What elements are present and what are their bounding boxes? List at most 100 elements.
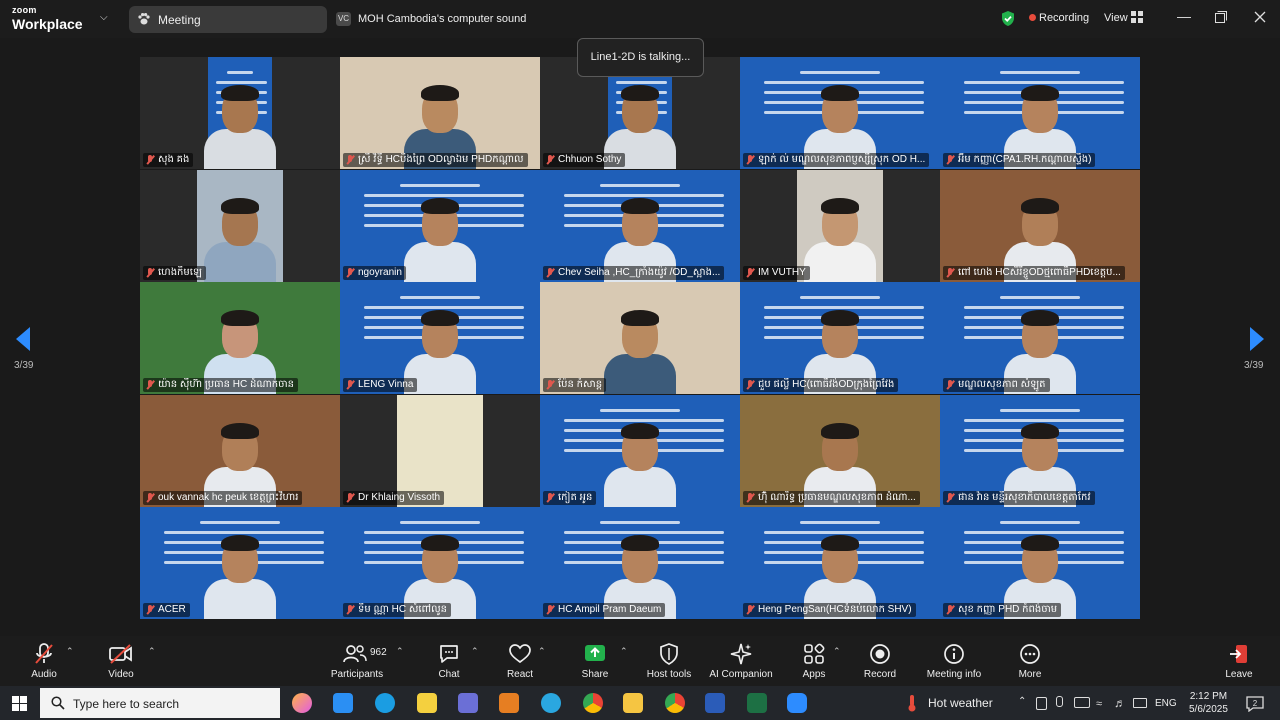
participant-tile[interactable]: IM VUTHY	[740, 169, 940, 282]
chat-button[interactable]: Chat	[432, 642, 466, 680]
participant-nameplate: LENG Vinna	[343, 378, 418, 393]
participant-nameplate: ACER	[143, 603, 190, 618]
participant-tile[interactable]: Heng PengSan(HCទំនប់លោក SHV)	[740, 507, 940, 620]
chevron-up-icon[interactable]: ⌃	[1018, 696, 1026, 707]
meeting-info-button[interactable]: Meeting info	[923, 642, 985, 680]
participant-name: ពៅ ហេង HCសិរីខ្ចូODថ្មពោធិ៍PHDខេត្តប...	[958, 266, 1121, 278]
camera-frame	[397, 394, 483, 507]
mic-muted-icon	[746, 380, 754, 390]
participant-tile[interactable]: យ៉ាន ស៊ីហ៊ា ប្រធាន HC ដំណាក់ចាន	[140, 282, 340, 395]
participant-tile[interactable]: ឡាក់ ល់ មណ្ឌលសុខភាពប្ញស្សីស្រុក OD H...	[740, 57, 940, 169]
language-indicator[interactable]: ENG	[1155, 698, 1177, 709]
record-button[interactable]: Record	[862, 642, 898, 680]
restore-icon[interactable]	[1215, 11, 1227, 23]
participant-tile[interactable]: HC Ampil Pram Daeum	[540, 507, 740, 620]
participant-nameplate: ពៅ ហេង HCសិរីខ្ចូODថ្មពោធិ៍PHDខេត្តប...	[943, 265, 1125, 280]
participant-tile[interactable]: LENG Vinna	[340, 282, 540, 395]
zoom-taskbar-icon[interactable]	[787, 693, 807, 713]
edge-icon[interactable]	[375, 693, 395, 713]
excel-icon[interactable]	[747, 693, 767, 713]
react-button[interactable]: React	[502, 642, 538, 680]
network-icon[interactable]	[1074, 697, 1090, 708]
participant-tile[interactable]: ngoyranin	[340, 169, 540, 282]
meeting-tab[interactable]: Meeting	[129, 6, 327, 33]
share-label: Share	[581, 669, 609, 680]
participant-tile[interactable]: ប៉ែន កំសាន្ត	[540, 282, 740, 395]
participant-tile[interactable]: Dr Khlaing Vissoth	[340, 394, 540, 507]
participant-tile[interactable]: ពៅ ហេង HCសិរីខ្ចូODថ្មពោធិ៍PHDខេត្តប...	[940, 169, 1140, 282]
folder-icon[interactable]	[623, 693, 643, 713]
more-button[interactable]: More	[1014, 642, 1046, 680]
chrome-icon[interactable]	[583, 693, 603, 713]
clock[interactable]: 2:12 PM 5/6/2025	[1189, 690, 1228, 716]
audio-options-caret-icon[interactable]: ⌃	[66, 646, 74, 657]
wifi-icon[interactable]: ≈	[1096, 698, 1102, 710]
telegram-icon[interactable]	[541, 693, 561, 713]
taskbar-search-box[interactable]: Type here to search	[40, 688, 280, 718]
participant-tile[interactable]: ស្រី វិទ្ធី HCបឹងព្រៃ ODល្វាឯម PHDកណ្ដាល	[340, 57, 540, 169]
participant-tile[interactable]: ជួប ផល្លី HC(ពោធិ៍វង់ODក្រុងព្រៃវែង	[740, 282, 940, 395]
participant-tile[interactable]: ហេងកឹមឡេ	[140, 169, 340, 282]
participant-tile[interactable]: មណ្ឌលសុខភាព សំឡូត	[940, 282, 1140, 395]
mic-muted-icon	[346, 492, 354, 503]
react-options-caret-icon[interactable]: ⌃	[538, 646, 546, 657]
word-icon[interactable]	[705, 693, 725, 713]
participant-nameplate: IM VUTHY	[743, 265, 810, 280]
notifications-icon[interactable]: 2	[1246, 696, 1264, 712]
app-icon[interactable]	[417, 693, 437, 713]
participant-tile[interactable]: ouk vannak hc peuk ខេត្តព្រះវិហារ	[140, 394, 340, 507]
video-label: Video	[108, 669, 134, 680]
participants-icon	[343, 645, 367, 663]
share-button[interactable]: Share	[578, 642, 612, 680]
participant-tile[interactable]: អ៊ីម កញ្ញា(CPA1.RH.កណ្ដាលស្ទឹង)	[940, 57, 1140, 169]
office-icon[interactable]	[499, 693, 519, 713]
device-icon[interactable]	[1036, 697, 1047, 710]
next-page-arrow-icon[interactable]	[1248, 326, 1266, 352]
apps-button[interactable]: Apps	[798, 642, 830, 680]
mic-muted-icon	[746, 267, 754, 278]
video-button[interactable]: Video	[103, 642, 139, 680]
windows-start-icon[interactable]	[12, 696, 27, 711]
volume-icon[interactable]: ♬	[1114, 696, 1126, 710]
participant-nameplate: ប៉ែន កំសាន្ត	[543, 378, 607, 393]
leave-button[interactable]: Leave	[1222, 642, 1256, 680]
svg-text:2: 2	[1253, 699, 1258, 708]
participant-tile[interactable]: ហ៊ុំ ណារិទ្ធ ប្រធានមណ្ឌលសុខភាព ដំណា...	[740, 394, 940, 507]
chevron-down-icon[interactable]: ⌵	[100, 12, 108, 23]
close-icon[interactable]	[1254, 11, 1266, 23]
view-button[interactable]: View	[1104, 12, 1128, 24]
participant-tile[interactable]: Chev Seiha ,HC_ក្រាំងយ៉ូវ /OD_ស្អាង...	[540, 169, 740, 282]
thermometer-icon	[908, 695, 916, 712]
host-tools-button[interactable]: Host tools	[645, 642, 693, 680]
store-icon[interactable]	[333, 693, 353, 713]
shield-check-icon[interactable]	[1000, 10, 1016, 27]
participant-tile[interactable]: សុង គង	[140, 57, 340, 169]
participant-tile[interactable]: កៀត អូន	[540, 394, 740, 507]
apps-options-caret-icon[interactable]: ⌃	[833, 646, 841, 657]
copilot-icon[interactable]	[292, 693, 312, 713]
participant-nameplate: សុង គង	[143, 153, 194, 167]
audio-button[interactable]: Audio	[26, 642, 62, 680]
microphone-icon[interactable]	[1056, 696, 1063, 707]
minimize-icon[interactable]: —	[1177, 8, 1191, 24]
battery-icon[interactable]	[1133, 698, 1147, 708]
participants-options-caret-icon[interactable]: ⌃	[396, 646, 404, 657]
recording-label[interactable]: Recording	[1039, 12, 1089, 24]
participant-name: ngoyranin	[358, 266, 402, 278]
mic-muted-icon	[746, 155, 754, 165]
grid-app-icon[interactable]	[458, 693, 478, 713]
participant-tile[interactable]: ផាន វ៉ាន មន្ទីរសុខាភិបាលខេត្តតាកែវ	[940, 394, 1140, 507]
weather-label[interactable]: Hot weather	[928, 696, 993, 710]
chat-options-caret-icon[interactable]: ⌃	[471, 646, 479, 657]
ai-companion-button[interactable]: AI Companion	[707, 642, 775, 680]
chrome-icon-2[interactable]	[665, 693, 685, 713]
participant-tile[interactable]: ACER	[140, 507, 340, 620]
video-options-caret-icon[interactable]: ⌃	[148, 646, 156, 657]
grid-view-icon[interactable]	[1131, 11, 1143, 23]
participant-tile[interactable]: សុខ កញ្ញា PHD កំពង់ចាម	[940, 507, 1140, 620]
previous-page-arrow-icon[interactable]	[14, 326, 32, 352]
share-options-caret-icon[interactable]: ⌃	[620, 646, 628, 657]
search-icon	[51, 696, 65, 710]
participants-count: 962	[370, 647, 387, 658]
participant-tile[interactable]: ទឹម ណ្ណា HC សំពៅលូន	[340, 507, 540, 620]
